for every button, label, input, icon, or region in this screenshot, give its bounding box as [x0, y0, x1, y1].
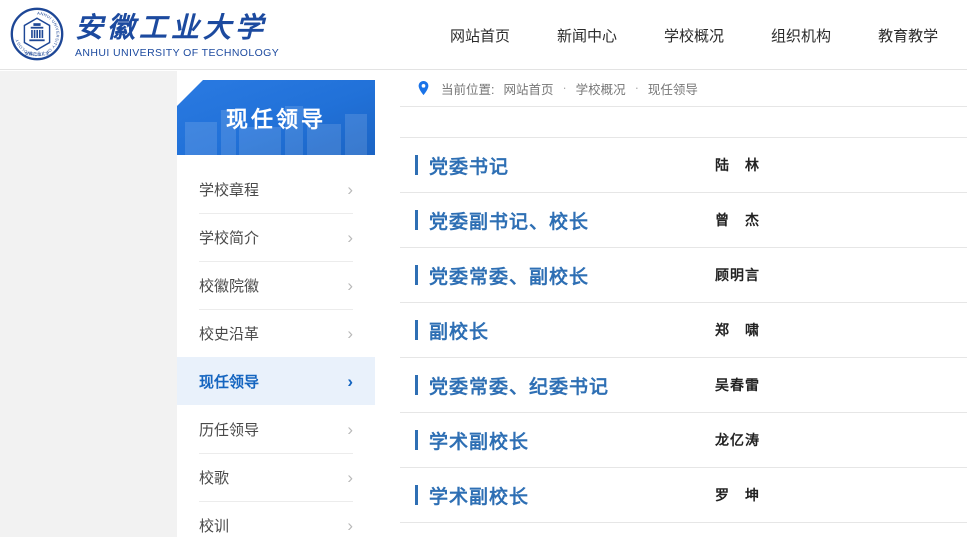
- leader-row: 副校长 郑 啸: [400, 303, 967, 358]
- leader-row: 党委书记 陆 林: [400, 138, 967, 193]
- university-logo[interactable]: ANHUI UNIVERSITY OF TECHNOLOGY 安徽工业大学 安徽…: [10, 7, 279, 66]
- nav-item[interactable]: 组织机构: [771, 25, 831, 46]
- title-accent-bar: [415, 210, 418, 230]
- sidebar-menu-item[interactable]: 学校章程 ›: [177, 165, 375, 213]
- leader-title: 党委常委、纪委书记: [429, 376, 610, 398]
- nav-item[interactable]: 教育教学: [878, 25, 938, 46]
- leader-list: 党委书记 陆 林 党委副书记、校长 曾 杰 党委常委、副校长 顾明言 副校长 郑…: [400, 137, 967, 523]
- leader-name: 吴春雷: [715, 377, 760, 393]
- main-content: 当前位置: 网站首页 · 学校概况 · 现任领导 党委书记 陆 林 党委副书记、…: [400, 70, 967, 537]
- leader-row: 学术副校长 罗 坤: [400, 468, 967, 523]
- title-accent-bar: [415, 155, 418, 175]
- sidebar-item-label: 校歌: [199, 469, 230, 487]
- breadcrumb-separator: ·: [562, 81, 567, 95]
- chevron-right-icon: ›: [347, 275, 353, 295]
- location-pin-icon: [417, 80, 430, 96]
- sidebar-menu-item[interactable]: 校徽院徽 ›: [177, 261, 375, 309]
- leader-name: 顾明言: [715, 267, 760, 283]
- sidebar-item-label: 现任领导: [199, 373, 260, 391]
- breadcrumb-label: 当前位置:: [441, 82, 495, 97]
- university-name-zh: 安徽工业大学: [75, 13, 268, 45]
- sidebar-menu-item[interactable]: 校歌 ›: [177, 453, 375, 501]
- title-accent-bar: [415, 320, 418, 340]
- sidebar-menu-item[interactable]: 学校简介 ›: [177, 213, 375, 261]
- sidebar-title-text: 现任领导: [225, 106, 326, 132]
- chevron-right-icon: ›: [347, 419, 353, 439]
- sidebar-menu-item[interactable]: 现任领导 ›: [177, 357, 375, 405]
- leader-title-link[interactable]: 党委副书记、校长: [415, 207, 715, 234]
- leader-title: 党委副书记、校长: [429, 211, 590, 233]
- chevron-right-icon: ›: [347, 467, 353, 487]
- leader-title: 副校长: [429, 321, 490, 343]
- sidebar-item-label: 校徽院徽: [199, 277, 260, 295]
- sidebar-item-label: 学校章程: [199, 181, 260, 199]
- chevron-right-icon: ›: [347, 515, 353, 535]
- nav-item[interactable]: 学校概况: [664, 25, 724, 46]
- university-name-en: ANHUI UNIVERSITY OF TECHNOLOGY: [75, 46, 280, 59]
- breadcrumb-item-overview[interactable]: 学校概况: [576, 79, 626, 98]
- sidebar-section-title: 现任领导: [177, 80, 375, 155]
- sidebar-item-label: 校史沿革: [199, 325, 260, 343]
- leader-title-link[interactable]: 副校长: [415, 317, 715, 344]
- leader-title-link[interactable]: 党委常委、副校长: [415, 262, 715, 289]
- chevron-right-icon: ›: [347, 227, 353, 247]
- title-accent-bar: [415, 265, 418, 285]
- breadcrumb: 当前位置: 网站首页 · 学校概况 · 现任领导: [400, 70, 967, 107]
- leader-row: 党委常委、纪委书记 吴春雷: [400, 358, 967, 413]
- leader-row: 党委常委、副校长 顾明言: [400, 248, 967, 303]
- nav-item[interactable]: 新闻中心: [557, 25, 617, 46]
- leader-title: 学术副校长: [429, 486, 530, 508]
- svg-text:安徽工业大学: 安徽工业大学: [25, 50, 50, 56]
- chevron-right-icon: ›: [347, 179, 353, 199]
- leader-name: 罗 坤: [715, 487, 760, 503]
- page-margin-strip: [0, 71, 177, 537]
- leader-title-link[interactable]: 党委常委、纪委书记: [415, 372, 715, 399]
- sidebar-menu-item[interactable]: 校训 ›: [177, 501, 375, 537]
- chevron-right-icon: ›: [347, 323, 353, 343]
- nav-item[interactable]: 网站首页: [450, 25, 510, 46]
- leader-title-link[interactable]: 学术副校长: [415, 427, 715, 454]
- leader-name: 曾 杰: [715, 212, 760, 228]
- university-seal-icon: ANHUI UNIVERSITY OF TECHNOLOGY 安徽工业大学: [10, 7, 64, 66]
- leader-row: 党委副书记、校长 曾 杰: [400, 193, 967, 248]
- leader-name: 陆 林: [715, 157, 760, 173]
- chevron-right-icon: ›: [347, 371, 353, 391]
- title-accent-bar: [415, 485, 418, 505]
- breadcrumb-item-home[interactable]: 网站首页: [503, 79, 553, 98]
- leader-name: 郑 啸: [715, 322, 760, 338]
- breadcrumb-separator: ·: [634, 81, 639, 95]
- leader-row: 学术副校长 龙亿涛: [400, 413, 967, 468]
- site-header: ANHUI UNIVERSITY OF TECHNOLOGY 安徽工业大学 安徽…: [0, 0, 967, 70]
- leader-name: 龙亿涛: [715, 432, 760, 448]
- sidebar-menu-item[interactable]: 校史沿革 ›: [177, 309, 375, 357]
- leader-title: 党委常委、副校长: [429, 266, 590, 288]
- sidebar-menu: 学校章程 › 学校简介 › 校徽院徽 › 校史沿革 › 现任领导 › 历任领导 …: [177, 155, 375, 537]
- sidebar-menu-item[interactable]: 历任领导 ›: [177, 405, 375, 453]
- leader-title-link[interactable]: 党委书记: [415, 152, 715, 179]
- top-nav: 网站首页 新闻中心 学校概况 组织机构 教育教学: [450, 0, 938, 70]
- breadcrumb-item-current[interactable]: 现任领导: [648, 79, 698, 98]
- sidebar-item-label: 历任领导: [199, 421, 260, 439]
- title-accent-bar: [415, 375, 418, 395]
- sidebar-item-label: 学校简介: [199, 229, 260, 247]
- leader-title: 党委书记: [429, 156, 510, 178]
- title-accent-bar: [415, 430, 418, 450]
- leader-title: 学术副校长: [429, 431, 530, 453]
- leader-title-link[interactable]: 学术副校长: [415, 482, 715, 509]
- sidebar-item-label: 校训: [199, 517, 230, 535]
